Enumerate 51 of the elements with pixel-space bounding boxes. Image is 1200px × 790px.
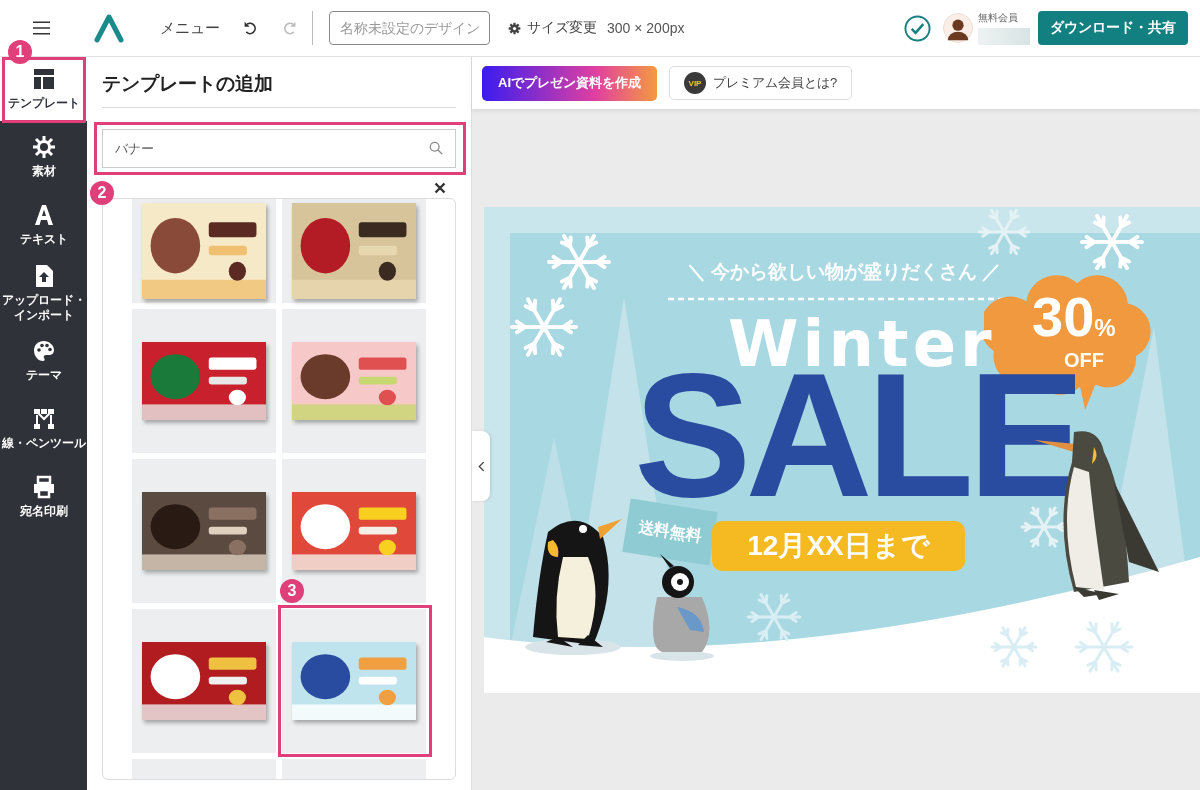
snowflake-icon xyxy=(977,208,1031,255)
palette-icon xyxy=(31,339,56,364)
banner-tagline: ＼ 今から欲しい物が盛りだくさん ／ xyxy=(685,259,1003,284)
resize-button[interactable]: サイズ変更 xyxy=(508,19,597,37)
percent-sign: % xyxy=(1094,313,1116,342)
template-thumbnail[interactable] xyxy=(132,199,276,303)
snowflake-icon xyxy=(990,625,1038,668)
template-thumbnail[interactable] xyxy=(132,459,276,603)
template-thumbnail[interactable] xyxy=(132,309,276,453)
gear-icon xyxy=(508,21,521,35)
search-field[interactable]: バナー xyxy=(102,129,456,168)
search-icon[interactable] xyxy=(429,141,443,155)
template-thumbnail[interactable] xyxy=(282,309,426,453)
sidebar-item[interactable]: テキスト xyxy=(0,193,87,257)
sidebar-item[interactable]: アップロード・インポート xyxy=(0,261,87,325)
chevron-left-icon xyxy=(477,460,485,472)
deadline-pill: 12月XX日まで xyxy=(712,520,965,571)
ai-presentation-button[interactable]: AIでプレゼン資料を作成 xyxy=(482,65,657,101)
menu-link[interactable]: メニュー xyxy=(160,18,220,38)
avatar-icon[interactable] xyxy=(943,13,973,43)
sun-icon xyxy=(31,135,56,160)
snowflake-icon xyxy=(1074,620,1134,673)
snowflake-icon xyxy=(746,592,802,641)
snowflake-icon xyxy=(1080,213,1144,270)
template-thumbnail[interactable] xyxy=(282,459,426,603)
off-text: OFF xyxy=(1064,348,1104,372)
blurred-username xyxy=(978,28,1030,45)
menu-icon[interactable] xyxy=(32,20,51,36)
layout-icon xyxy=(31,67,56,92)
member-status: 無料会員 xyxy=(978,11,1019,25)
vip-badge: VIP xyxy=(684,72,706,94)
sidebar-item[interactable]: 線・ペンツール xyxy=(0,397,87,461)
panel-title: テンプレートの追加 xyxy=(102,71,456,108)
nodes-icon xyxy=(31,407,56,432)
step-number: 1 xyxy=(8,40,32,64)
sidebar-item[interactable]: テーマ xyxy=(0,329,87,393)
step-number: 2 xyxy=(90,181,114,205)
size-text: 300 × 200px xyxy=(607,20,685,36)
snowflake-icon xyxy=(547,233,611,290)
download-share-button[interactable]: ダウンロード・共有 xyxy=(1038,11,1188,45)
printer-icon xyxy=(31,475,56,500)
close-icon[interactable] xyxy=(434,182,446,194)
sidebar-item[interactable]: 宛名印刷 xyxy=(0,465,87,529)
premium-info-button[interactable]: VIP プレミアム会員とは? xyxy=(669,66,853,100)
design-name-field[interactable]: 名称未設定のデザイン xyxy=(329,11,490,45)
template-thumbnail[interactable] xyxy=(282,199,426,303)
template-thumbnail[interactable] xyxy=(132,609,276,753)
sidebar-item[interactable]: 素材 xyxy=(0,125,87,189)
snowflake-icon xyxy=(510,296,578,357)
discount-text: 30 xyxy=(1032,288,1095,345)
logo-icon[interactable] xyxy=(93,13,125,43)
